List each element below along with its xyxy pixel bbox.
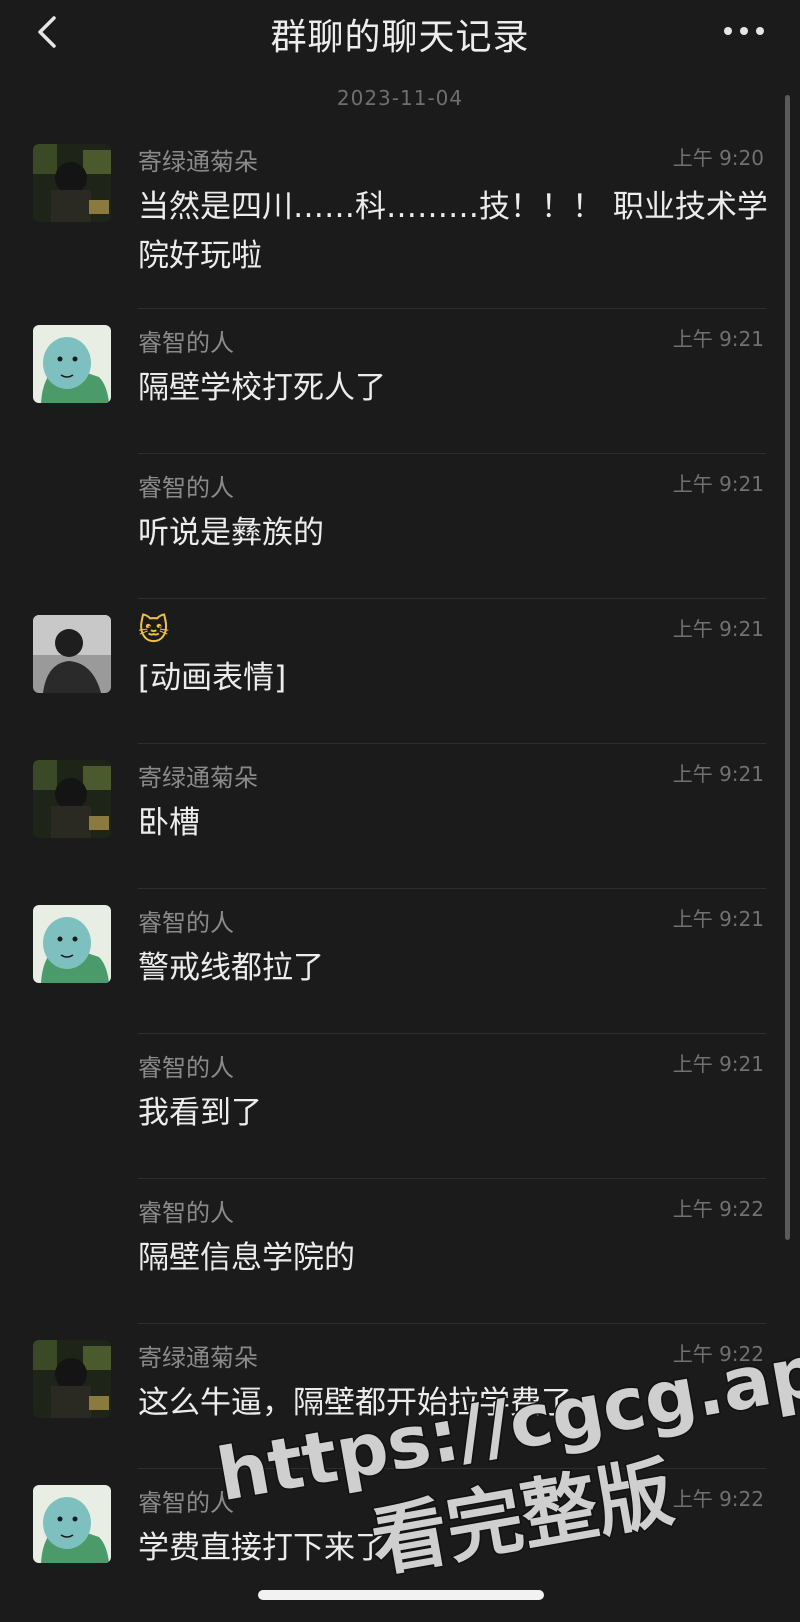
home-indicator[interactable] xyxy=(258,1590,544,1600)
nav-bar: 群聊的聊天记录 xyxy=(0,0,800,68)
sender-name: 睿智的人 xyxy=(138,1489,234,1517)
message-time: 上午 9:22 xyxy=(672,1342,764,1366)
chat-message[interactable]: 寄绿通菊朵 上午 9:22 这么牛逼，隔壁都开始拉学费了 xyxy=(0,1324,800,1469)
chat-message[interactable]: 睿智的人 上午 9:21 听说是彝族的 xyxy=(0,454,800,599)
message-text: 听说是彝族的 xyxy=(138,515,324,551)
date-separator: 2023-11-04 xyxy=(336,86,464,110)
chat-message[interactable]: 睿智的人 上午 9:21 我看到了 xyxy=(0,1034,800,1179)
message-text: 卧槽 xyxy=(138,805,200,841)
avatar-dark-photo[interactable] xyxy=(33,1340,111,1418)
sender-name: 睿智的人 xyxy=(138,1054,234,1082)
message-list: 寄绿通菊朵 上午 9:20 当然是四川……科………技！！！ 职业技术学院好玩啦 … xyxy=(0,128,800,1614)
avatar-dark-photo[interactable] xyxy=(33,760,111,838)
sender-name: 睿智的人 xyxy=(138,329,234,357)
message-text: 警戒线都拉了 xyxy=(138,950,324,986)
message-time: 上午 9:21 xyxy=(672,762,764,786)
sender-name: 🐱 xyxy=(138,613,169,648)
message-text: 隔壁学校打死人了 xyxy=(138,370,386,406)
page-title: 群聊的聊天记录 xyxy=(270,17,530,58)
sender-name: 睿智的人 xyxy=(138,1199,234,1227)
message-text: 这么牛逼，隔壁都开始拉学费了 xyxy=(138,1385,572,1421)
message-text: 当然是四川……科………技！！！ 职业技术学院好玩啦 xyxy=(138,189,768,274)
chat-message[interactable]: 寄绿通菊朵 上午 9:20 当然是四川……科………技！！！ 职业技术学院好玩啦 xyxy=(0,128,800,309)
message-text: 学费直接打下来了 xyxy=(138,1530,386,1566)
cat-emoji-icon: 🐱 xyxy=(138,613,170,648)
chat-message[interactable]: 睿智的人 上午 9:22 隔壁信息学院的 xyxy=(0,1179,800,1324)
message-time: 上午 9:21 xyxy=(672,472,764,496)
message-text: 隔壁信息学院的 xyxy=(138,1240,355,1276)
avatar-dark-photo[interactable] xyxy=(33,144,111,222)
sender-name: 寄绿通菊朵 xyxy=(138,764,258,792)
chat-message[interactable]: 寄绿通菊朵 上午 9:21 卧槽 xyxy=(0,744,800,889)
avatar-turtle[interactable] xyxy=(33,325,111,403)
message-time: 上午 9:22 xyxy=(672,1197,764,1221)
avatar-person[interactable] xyxy=(33,615,111,693)
message-time: 上午 9:20 xyxy=(672,146,764,170)
chat-message[interactable]: 睿智的人 上午 9:21 隔壁学校打死人了 xyxy=(0,309,800,454)
sender-name: 睿智的人 xyxy=(138,909,234,937)
chat-message[interactable]: 🐱 上午 9:21 [动画表情] xyxy=(0,599,800,744)
more-dots-icon[interactable] xyxy=(722,22,766,40)
sender-name: 寄绿通菊朵 xyxy=(138,1344,258,1372)
back-chevron-icon[interactable] xyxy=(32,12,66,52)
message-text: 我看到了 xyxy=(138,1095,262,1131)
message-time: 上午 9:21 xyxy=(672,617,764,641)
message-text: [动画表情] xyxy=(138,660,287,696)
avatar-turtle[interactable] xyxy=(33,905,111,983)
message-time: 上午 9:22 xyxy=(672,1487,764,1511)
message-time: 上午 9:21 xyxy=(672,1052,764,1076)
message-time: 上午 9:21 xyxy=(672,907,764,931)
chat-message[interactable]: 睿智的人 上午 9:21 警戒线都拉了 xyxy=(0,889,800,1034)
sender-name: 睿智的人 xyxy=(138,474,234,502)
avatar-turtle[interactable] xyxy=(33,1485,111,1563)
sender-name: 寄绿通菊朵 xyxy=(138,148,258,176)
message-time: 上午 9:21 xyxy=(672,327,764,351)
